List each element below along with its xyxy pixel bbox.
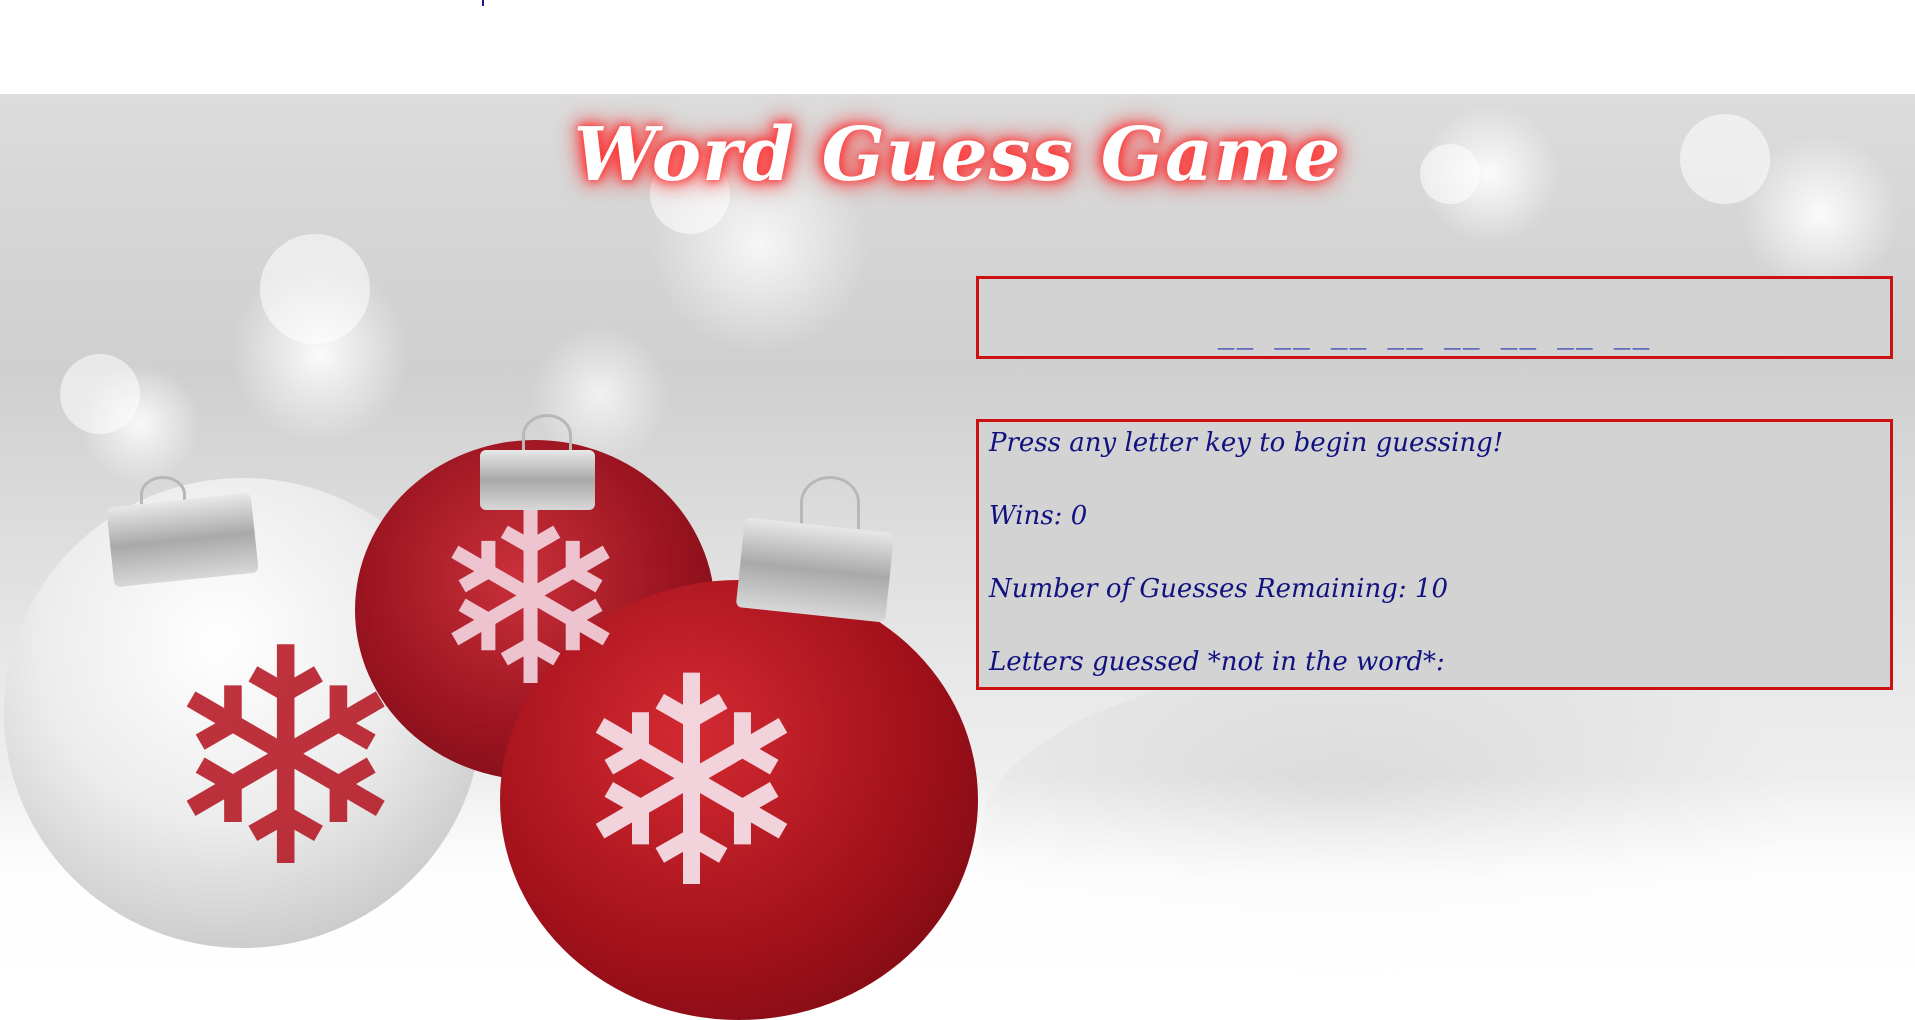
word-blanks: __ __ __ __ __ __ __ __ xyxy=(1217,317,1652,350)
bokeh-light xyxy=(260,234,370,344)
guesses-remaining: Number of Guesses Remaining: 10 xyxy=(989,574,1448,604)
letters-guessed: Letters guessed *not in the word*: xyxy=(989,647,1445,677)
snowflake-icon: ❄ xyxy=(570,616,813,953)
cursor-mark xyxy=(482,0,484,6)
start-prompt: Press any letter key to begin guessing! xyxy=(989,428,1504,458)
word-display-panel: __ __ __ __ __ __ __ __ xyxy=(976,276,1893,359)
bokeh-light xyxy=(60,354,140,434)
game-info-panel: Press any letter key to begin guessing! … xyxy=(976,419,1893,690)
ornament-cap xyxy=(106,492,259,588)
ornament-cap xyxy=(480,450,595,510)
top-strip xyxy=(0,0,1915,94)
ornament-cap xyxy=(735,517,895,623)
ornament-hook xyxy=(800,476,860,529)
wins-count: Wins: 0 xyxy=(989,501,1088,531)
snowflake-icon: ❄ xyxy=(160,585,412,934)
page-title: Word Guess Game xyxy=(573,112,1342,198)
